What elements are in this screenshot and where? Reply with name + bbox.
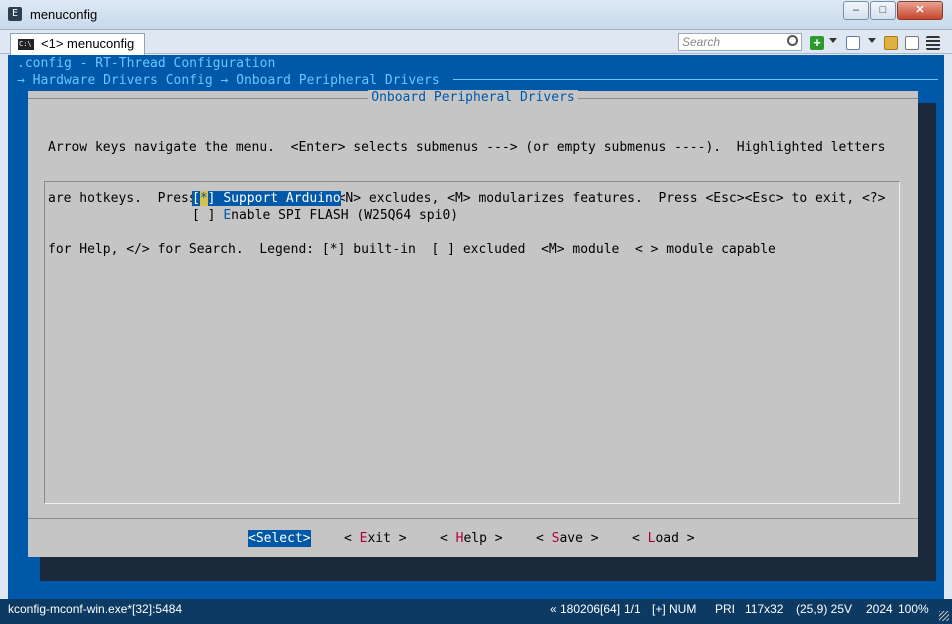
status-priority: PRI bbox=[715, 602, 736, 616]
help-line: Arrow keys navigate the menu. <Enter> se… bbox=[48, 140, 886, 155]
help-button[interactable]: < Help > bbox=[440, 530, 503, 547]
search-input[interactable]: Search bbox=[678, 33, 802, 51]
minimize-button[interactable]: – bbox=[843, 1, 869, 20]
hotkey: S bbox=[223, 191, 232, 206]
panel-view-icon[interactable] bbox=[846, 36, 860, 50]
status-insert: [+] NUM bbox=[652, 602, 697, 616]
tab-label: <1> menuconfig bbox=[41, 36, 135, 51]
hamburger-menu-icon[interactable] bbox=[926, 36, 940, 50]
load-button[interactable]: < Load > bbox=[632, 530, 695, 547]
tab-menuconfig[interactable]: C:\ <1> menuconfig bbox=[10, 33, 145, 55]
select-button[interactable]: <Select> bbox=[248, 530, 311, 547]
dialog-title: Onboard Peripheral Drivers bbox=[368, 90, 578, 105]
new-console-icon[interactable]: + bbox=[810, 36, 824, 50]
config-title: .config - RT-Thread Configuration bbox=[17, 56, 276, 71]
terminal-app-icon: E bbox=[8, 7, 22, 21]
terminal-area[interactable]: .config - RT-Thread Configuration → Hard… bbox=[8, 55, 944, 599]
checkbox-mark bbox=[200, 208, 208, 223]
exit-button[interactable]: < Exit > bbox=[344, 530, 407, 547]
window-titlebar: E menuconfig – □ ✕ bbox=[0, 0, 952, 30]
chevron-down-icon[interactable] bbox=[868, 38, 876, 43]
window-title: menuconfig bbox=[30, 7, 98, 22]
status-process: kconfig-mconf-win.exe*[32]:5484 bbox=[8, 602, 183, 616]
lock-icon[interactable] bbox=[884, 36, 898, 50]
save-button[interactable]: < Save > bbox=[536, 530, 599, 547]
status-zoom: 100% bbox=[898, 602, 929, 616]
status-size: 117x32 bbox=[745, 602, 784, 616]
status-pid: 2024 bbox=[866, 602, 893, 616]
split-view-icon[interactable] bbox=[905, 36, 919, 50]
hotkey: E bbox=[223, 208, 232, 223]
status-cursor: (25,9) 25V bbox=[796, 602, 853, 616]
status-bar: kconfig-mconf-win.exe*[32]:5484 « 180206… bbox=[0, 599, 952, 624]
resize-grip[interactable] bbox=[939, 611, 949, 621]
breadcrumb: → Hardware Drivers Config → Onboard Peri… bbox=[17, 73, 440, 88]
menu-list: [*] Support Arduino [ ] Enable SPI FLASH… bbox=[44, 181, 900, 504]
chevron-down-icon[interactable] bbox=[829, 38, 837, 43]
dialog-separator bbox=[28, 518, 918, 519]
close-button[interactable]: ✕ bbox=[897, 1, 943, 20]
menu-item-support-arduino[interactable]: [*] Support Arduino bbox=[192, 190, 341, 207]
maximize-button[interactable]: □ bbox=[870, 1, 896, 20]
status-pages: 1/1 bbox=[624, 602, 641, 616]
menu-dialog: Onboard Peripheral Drivers Arrow keys na… bbox=[28, 90, 918, 557]
breadcrumb-rule bbox=[453, 79, 938, 80]
console-icon: C:\ bbox=[18, 39, 34, 50]
tab-bar: C:\ <1> menuconfig Search + bbox=[0, 30, 952, 55]
search-icon bbox=[787, 35, 798, 46]
menu-item-enable-spi-flash[interactable]: [ ] Enable SPI FLASH (W25Q64 spi0) bbox=[192, 207, 458, 224]
checkbox-mark: * bbox=[199, 191, 208, 206]
status-build: « 180206[64] bbox=[550, 602, 621, 616]
